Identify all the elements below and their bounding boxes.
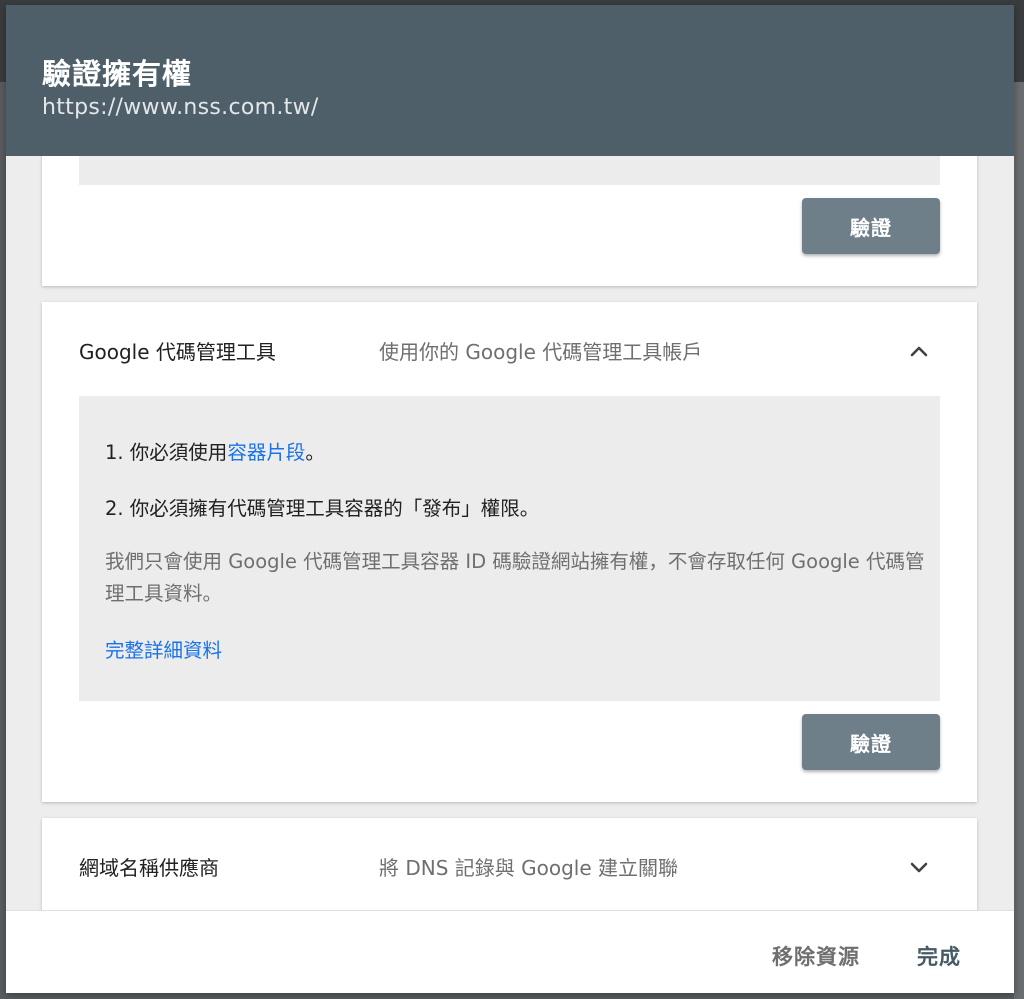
done-button[interactable]: 完成	[917, 941, 961, 971]
remove-property-button[interactable]: 移除資源	[772, 941, 860, 971]
method-card-previous: 驗證	[42, 156, 977, 286]
chevron-down-icon[interactable]	[904, 852, 934, 882]
method-instructions-panel: 1. 你必須使用容器片段。 2. 你必須擁有代碼管理工具容器的「發布」權限。 我…	[79, 396, 940, 701]
method-name[interactable]: Google 代碼管理工具	[79, 336, 276, 365]
container-snippet-link[interactable]: 容器片段	[227, 441, 305, 464]
method-name[interactable]: 網域名稱供應商	[79, 852, 219, 881]
full-details-link[interactable]: 完整詳細資料	[105, 634, 222, 663]
method-description[interactable]: 使用你的 Google 代碼管理工具帳戶	[379, 336, 702, 365]
step-1-text: 1. 你必須使用	[105, 441, 228, 464]
privacy-note: 我們只會使用 Google 代碼管理工具容器 ID 碼驗證網站擁有權，不會存取任…	[105, 550, 925, 605]
chevron-up-icon[interactable]	[904, 336, 934, 366]
verify-button[interactable]: 驗證	[802, 198, 940, 254]
page-backdrop-right	[1014, 82, 1024, 999]
step-1-suffix: 。	[305, 441, 325, 464]
dialog-header: 驗證擁有權 https://www.nss.com.tw/	[6, 5, 1014, 156]
verify-ownership-dialog: 驗證擁有權 https://www.nss.com.tw/ 驗證 Google …	[6, 5, 1014, 993]
instruction-step-2: 2. 你必須擁有代碼管理工具容器的「發布」權限。	[105, 497, 540, 520]
method-instructions-panel	[79, 156, 940, 185]
property-url: https://www.nss.com.tw/	[42, 95, 319, 120]
dialog-title: 驗證擁有權	[42, 57, 193, 91]
method-description[interactable]: 將 DNS 記錄與 Google 建立關聯	[379, 852, 678, 881]
method-card-google-tag-manager: Google 代碼管理工具 使用你的 Google 代碼管理工具帳戶 1. 你必…	[42, 302, 977, 802]
instruction-step-1: 1. 你必須使用容器片段。	[105, 436, 325, 465]
dialog-body[interactable]: 驗證 Google 代碼管理工具 使用你的 Google 代碼管理工具帳戶 1.…	[6, 156, 1014, 910]
method-card-domain-provider: 網域名稱供應商 將 DNS 記錄與 Google 建立關聯	[42, 818, 977, 910]
dialog-footer: 移除資源 完成	[6, 910, 1014, 993]
verify-button[interactable]: 驗證	[802, 714, 940, 770]
